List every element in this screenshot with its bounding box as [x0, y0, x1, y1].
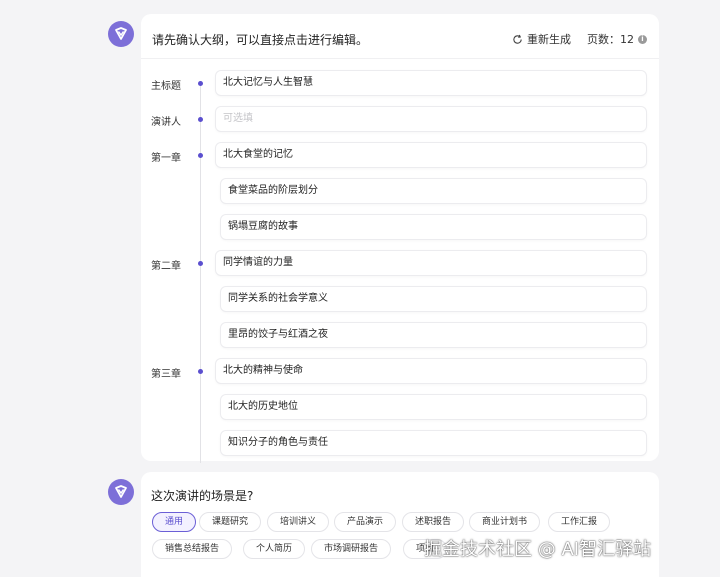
regenerate-button[interactable]: 重新生成	[512, 31, 571, 47]
scene-option[interactable]: 培训讲义	[267, 512, 330, 532]
header-divider	[141, 58, 659, 59]
timeline-line	[200, 83, 201, 463]
scene-option-general[interactable]: 通用	[152, 512, 197, 532]
section-field[interactable]: 食堂菜品的阶层划分	[220, 178, 647, 204]
chapter-title-field[interactable]: 北大的精神与使命	[215, 358, 647, 384]
speaker-row-label: 演讲人	[151, 117, 181, 128]
watermark: 掘金技术社区 @ AI智汇驿站	[424, 539, 652, 560]
assistant-avatar	[108, 479, 134, 505]
scene-option[interactable]: 市场调研报告	[311, 539, 392, 559]
section-field[interactable]: 锅塌豆腐的故事	[220, 214, 647, 240]
chapter-label: 第一章	[151, 153, 181, 164]
scene-option[interactable]: 个人简历	[243, 539, 306, 559]
section-field[interactable]: 北大的历史地位	[220, 394, 647, 420]
outline-prompt: 请先确认大纲，可以直接点击进行编辑。	[152, 33, 369, 47]
section-field[interactable]: 里昂的饺子与红酒之夜	[220, 322, 647, 348]
scene-option[interactable]: 产品演示	[334, 512, 397, 532]
scene-option[interactable]: 述职报告	[402, 512, 465, 532]
regenerate-label: 重新生成	[527, 33, 571, 46]
title-row-label: 主标题	[151, 81, 181, 92]
assistant-logo-icon	[115, 27, 127, 40]
chapter-label: 第三章	[151, 369, 181, 380]
scene-card: 这次演讲的场景是? 通用 课题研究 培训讲义 产品演示 述职报告 商业计划书 工…	[141, 472, 659, 577]
assistant-avatar	[108, 21, 134, 47]
timeline-dot	[198, 153, 203, 158]
page-count: 页数：12	[587, 33, 634, 46]
outline-card: 请先确认大纲，可以直接点击进行编辑。 重新生成 页数：12 i 主标题 北大记忆…	[141, 14, 659, 463]
info-icon[interactable]: i	[638, 34, 647, 44]
section-field[interactable]: 知识分子的角色与责任	[220, 430, 647, 456]
scene-option[interactable]: 商业计划书	[469, 512, 541, 532]
speaker-field[interactable]: 可选填	[215, 106, 647, 132]
main-title-field[interactable]: 北大记忆与人生智慧	[215, 70, 647, 96]
timeline-dot	[198, 369, 203, 374]
chapter-title-field[interactable]: 同学情谊的力量	[215, 250, 647, 276]
scene-option[interactable]: 销售总结报告	[152, 539, 233, 559]
scene-option[interactable]: 课题研究	[199, 512, 262, 532]
chapter-title-field[interactable]: 北大食堂的记忆	[215, 142, 647, 168]
refresh-icon	[513, 34, 522, 44]
scene-question: 这次演讲的场景是?	[151, 489, 254, 503]
timeline-dot	[198, 81, 203, 86]
timeline-dot	[198, 117, 203, 122]
scene-option[interactable]: 工作汇报	[548, 512, 611, 532]
assistant-logo-icon	[115, 485, 127, 498]
timeline-dot	[198, 261, 203, 266]
chapter-label: 第二章	[151, 261, 181, 272]
section-field[interactable]: 同学关系的社会学意义	[220, 286, 647, 312]
